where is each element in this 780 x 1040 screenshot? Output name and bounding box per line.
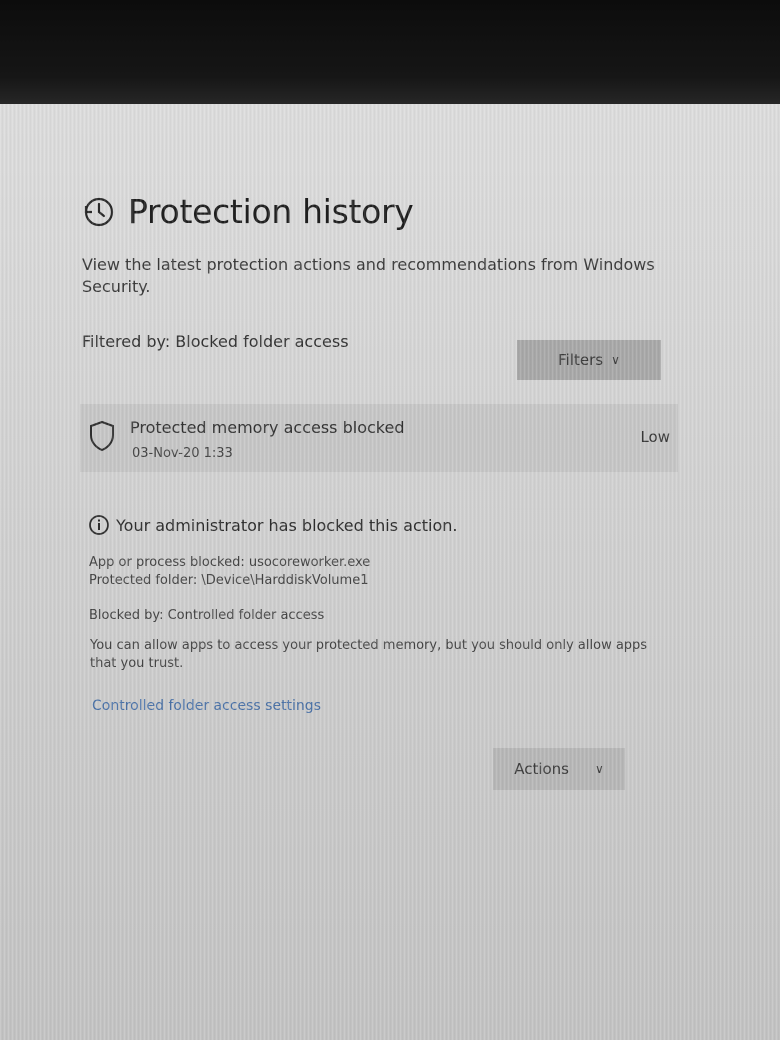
actions-button[interactable]: Actions ∨ (493, 748, 625, 790)
windows-security-window: Protection history View the latest prote… (0, 104, 780, 1040)
allow-apps-text: You can allow apps to access your protec… (90, 638, 648, 671)
admin-notice-text: Your administrator has blocked this acti… (116, 515, 458, 535)
title-row: Protection history (82, 192, 414, 231)
shield-icon (90, 420, 114, 452)
filters-button[interactable]: Filters ∨ (517, 340, 661, 380)
page-title: Protection history (128, 192, 414, 231)
chevron-down-icon: ∨ (611, 353, 620, 367)
filters-button-label: Filters (558, 351, 604, 369)
history-clock-icon (84, 197, 114, 226)
actions-button-label: Actions (514, 760, 569, 778)
app-blocked-text: App or process blocked: usocoreworker.ex… (89, 555, 371, 570)
protection-event-item[interactable]: Protected memory access blocked 03-Nov-2… (80, 404, 678, 472)
monitor-bezel (0, 0, 780, 110)
admin-notice: Your administrator has blocked this acti… (88, 514, 458, 536)
filter-status: Filtered by: Blocked folder access (82, 332, 349, 351)
event-title: Protected memory access blocked (130, 418, 405, 437)
protected-folder-text: Protected folder: \Device\HarddiskVolume… (89, 573, 369, 588)
controlled-folder-access-settings-link[interactable]: Controlled folder access settings (92, 698, 321, 714)
blocked-by-text: Blocked by: Controlled folder access (89, 608, 325, 623)
event-date: 03-Nov-20 1:33 (132, 446, 233, 461)
info-icon (89, 515, 109, 535)
chevron-down-icon: ∨ (595, 762, 604, 776)
page-subtitle: View the latest protection actions and r… (82, 255, 655, 296)
severity-label: Low (640, 428, 670, 446)
